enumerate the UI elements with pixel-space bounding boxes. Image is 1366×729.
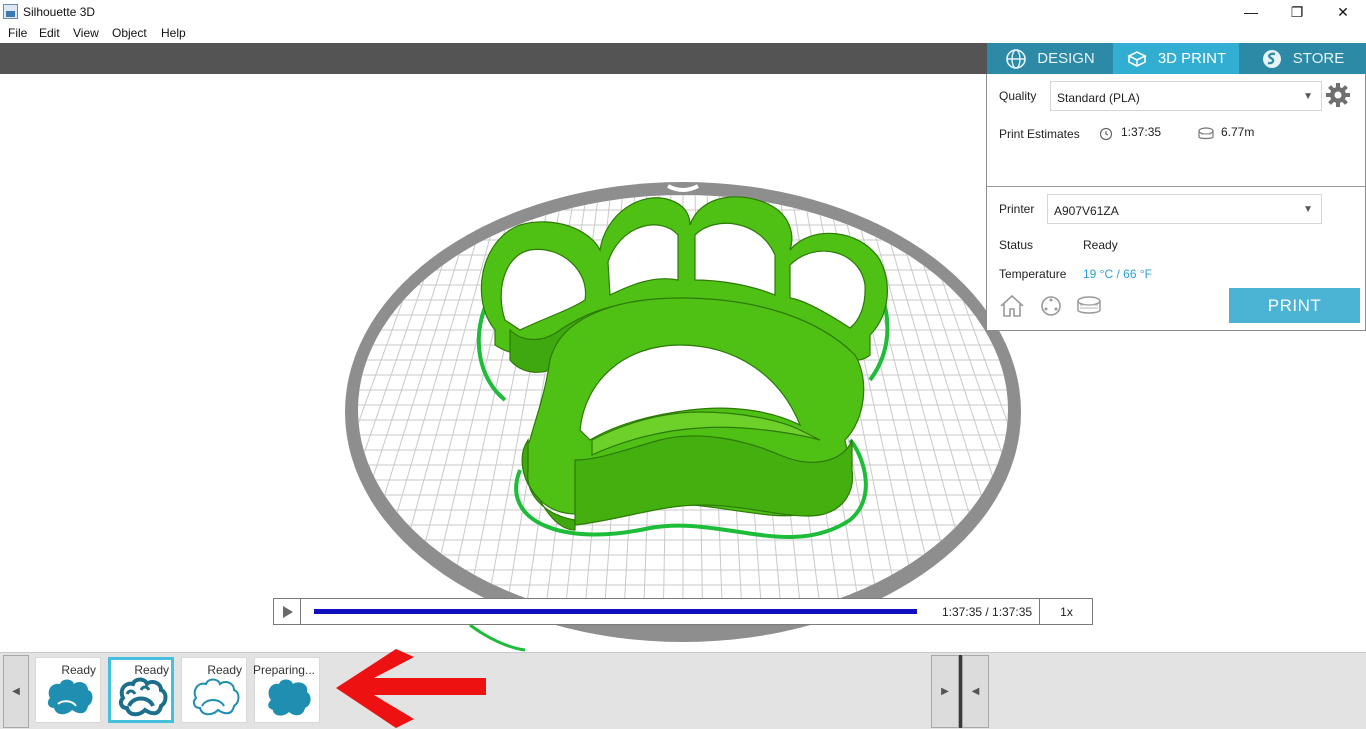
- progress-fill: [314, 609, 917, 614]
- silhouette-s-icon: [1262, 49, 1281, 68]
- clock-icon: [1099, 127, 1113, 141]
- menu-edit[interactable]: Edit: [39, 26, 60, 40]
- job-thumbnail[interactable]: Ready: [35, 657, 101, 723]
- paw-print-blob-icon: [268, 679, 311, 716]
- tab-store-label: STORE: [1292, 50, 1345, 67]
- menu-help[interactable]: Help: [161, 26, 186, 40]
- quality-value: Standard (PLA): [1057, 91, 1140, 105]
- tray-scroll-left-button[interactable]: ◀: [3, 655, 29, 728]
- time-readout: 1:37:35 / 1:37:35: [942, 605, 1033, 619]
- status-label: Status: [999, 238, 1034, 252]
- minimize-button[interactable]: —: [1228, 0, 1274, 24]
- quality-select[interactable]: Standard (PLA) ▼: [1050, 81, 1322, 111]
- tab-design[interactable]: DESIGN: [987, 43, 1113, 74]
- tab-3d-print-label: 3D PRINT: [1157, 50, 1227, 67]
- tray-collapse-button[interactable]: ◀: [962, 655, 989, 728]
- job-tray: ◀ Ready Ready Ready Preparing... ▶ ◀: [0, 652, 1366, 729]
- play-icon: [283, 605, 293, 618]
- calibrate-icon[interactable]: [1039, 294, 1063, 318]
- job-status: Ready: [61, 663, 96, 677]
- estimate-filament: 6.77m: [1221, 125, 1255, 139]
- maximize-button[interactable]: ❐: [1274, 0, 1320, 24]
- job-status: Ready: [134, 663, 169, 677]
- globe-icon: [1006, 48, 1027, 69]
- paw-print-outline-icon: [192, 678, 240, 716]
- job-status: Ready: [207, 663, 242, 677]
- home-icon[interactable]: [999, 294, 1025, 318]
- playback-timeline: 1:37:35 / 1:37:35 1x: [273, 598, 1093, 625]
- filament-spool-icon: [1198, 127, 1214, 140]
- job-thumbnail-selected[interactable]: Ready: [108, 657, 174, 723]
- window-title: Silhouette 3D: [23, 5, 96, 19]
- estimate-time: 1:37:35: [1121, 125, 1162, 139]
- print-settings-panel: Quality Standard (PLA) ▼ Print Estimates…: [986, 74, 1366, 331]
- menu-object[interactable]: Object: [112, 26, 147, 40]
- job-thumbnail[interactable]: Ready: [181, 657, 247, 723]
- tab-design-label: DESIGN: [1037, 50, 1095, 67]
- menu-file[interactable]: File: [8, 26, 27, 40]
- status-value: Ready: [1083, 238, 1118, 252]
- printer-value: A907V61ZA: [1054, 204, 1119, 218]
- print-button[interactable]: PRINT: [1229, 288, 1360, 323]
- tab-3d-print[interactable]: 3D PRINT: [1113, 43, 1239, 74]
- job-status: Preparing...: [252, 663, 315, 677]
- annotation-arrow-icon: [336, 649, 486, 728]
- chevron-down-icon: ▼: [1303, 204, 1313, 215]
- menu-bar: File Edit View Object Help: [0, 24, 1366, 43]
- playback-speed[interactable]: 1x: [1039, 599, 1093, 624]
- print-box-icon: [1127, 50, 1147, 67]
- paw-model: [480, 196, 888, 531]
- chevron-down-icon: ▼: [1303, 91, 1313, 102]
- app-icon: [3, 4, 18, 19]
- panel-divider: [987, 186, 1365, 187]
- tray-scroll-right-button[interactable]: ▶: [931, 655, 959, 728]
- printer-select[interactable]: A907V61ZA ▼: [1047, 194, 1322, 224]
- temperature-label: Temperature: [999, 267, 1067, 281]
- mode-tabs: DESIGN 3D PRINT STORE: [987, 43, 1366, 74]
- print-estimates-label: Print Estimates: [999, 127, 1080, 141]
- filament-spool-icon[interactable]: [1075, 294, 1103, 318]
- title-bar: Silhouette 3D — ❐ ✕: [0, 0, 1366, 24]
- printer-label: Printer: [999, 202, 1035, 216]
- gear-icon[interactable]: [1325, 82, 1351, 108]
- play-button[interactable]: [274, 599, 301, 624]
- job-thumbnail[interactable]: Preparing...: [252, 657, 320, 723]
- menu-view[interactable]: View: [73, 26, 99, 40]
- progress-track[interactable]: [314, 609, 917, 614]
- paw-print-cutter-icon: [118, 677, 168, 717]
- paw-print-filled-icon: [47, 679, 93, 715]
- quality-label: Quality: [999, 89, 1037, 103]
- temperature-value: 19 °C / 66 °F: [1083, 267, 1152, 281]
- close-button[interactable]: ✕: [1320, 0, 1366, 24]
- tab-store[interactable]: STORE: [1239, 43, 1366, 74]
